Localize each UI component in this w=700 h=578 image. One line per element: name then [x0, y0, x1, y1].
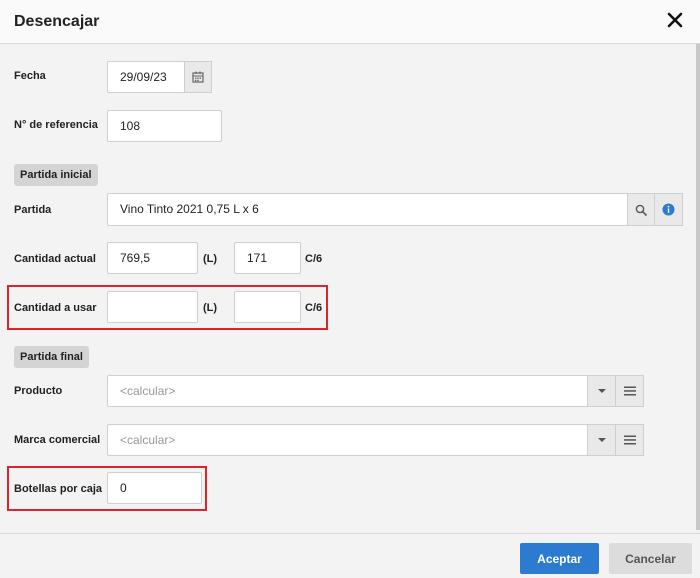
menu-icon [623, 435, 636, 445]
close-icon[interactable] [664, 9, 686, 31]
cantidad-actual-liters-input[interactable]: 769,5 [107, 242, 198, 274]
partida-search-button[interactable] [627, 193, 655, 226]
chevron-down-icon [597, 438, 606, 442]
producto-dropdown-button[interactable] [587, 375, 616, 407]
info-icon [662, 203, 675, 216]
cancel-button[interactable]: Cancelar [609, 543, 692, 574]
marca-dropdown-button[interactable] [587, 424, 616, 456]
cantidad-usar-liters-unit: (L) [203, 302, 218, 314]
cantidad-actual-label: Cantidad actual [14, 253, 96, 265]
partida-final-section: Partida final [14, 346, 89, 368]
calendar-icon [192, 71, 204, 83]
fecha-label: Fecha [14, 70, 46, 82]
dialog-footer: Aceptar Cancelar [0, 533, 700, 578]
menu-icon [623, 386, 636, 396]
marca-label: Marca comercial [14, 434, 101, 446]
accept-button[interactable]: Aceptar [520, 543, 599, 574]
partida-info-button[interactable] [654, 193, 683, 226]
fecha-input[interactable]: 29/09/23 [107, 61, 185, 93]
search-icon [635, 204, 647, 216]
partida-input[interactable]: Vino Tinto 2021 0,75 L x 6 [107, 193, 628, 226]
dialog-header: Desencajar [0, 0, 700, 44]
cantidad-actual-liters-unit: (L) [203, 253, 218, 265]
desencajar-dialog: Desencajar Fecha 29/09/23 N° de referenc… [0, 0, 700, 578]
botellas-input[interactable]: 0 [107, 472, 202, 504]
scrollbar[interactable] [696, 44, 700, 530]
cantidad-usar-liters-input[interactable] [107, 291, 198, 323]
cantidad-usar-cases-input[interactable] [234, 291, 301, 323]
cantidad-usar-cases-unit: C/6 [305, 302, 323, 314]
producto-list-button[interactable] [615, 375, 644, 407]
cantidad-usar-label: Cantidad a usar [14, 302, 97, 314]
cantidad-actual-cases-input[interactable]: 171 [234, 242, 301, 274]
cantidad-actual-cases-unit: C/6 [305, 253, 323, 265]
marca-select[interactable]: <calcular> [107, 424, 588, 456]
dialog-title: Desencajar [14, 13, 100, 30]
producto-select[interactable]: <calcular> [107, 375, 588, 407]
producto-label: Producto [14, 385, 63, 397]
referencia-input[interactable]: 108 [107, 110, 222, 142]
referencia-label: N° de referencia [14, 119, 98, 131]
botellas-label: Botellas por caja [14, 483, 103, 495]
marca-list-button[interactable] [615, 424, 644, 456]
calendar-button[interactable] [184, 61, 212, 93]
partida-label: Partida [14, 204, 52, 216]
partida-inicial-section: Partida inicial [14, 164, 98, 186]
chevron-down-icon [597, 389, 606, 393]
